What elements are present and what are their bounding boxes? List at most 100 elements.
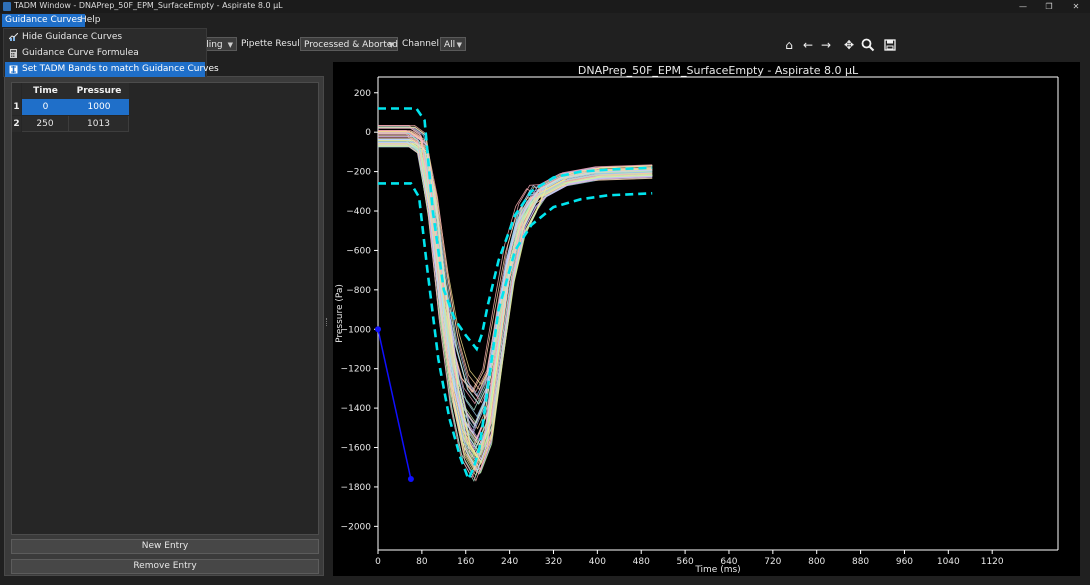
pressure-curve (378, 139, 653, 443)
menu-guidance-curves[interactable]: Guidance Curves (2, 14, 85, 27)
x-tick-label: 880 (852, 557, 869, 567)
x-tick-label: 240 (501, 557, 518, 567)
pressure-curve (378, 135, 653, 450)
pipette-result-value: Processed & Aborted (304, 40, 398, 50)
y-tick-label: 0 (365, 128, 371, 138)
window-title: TADM Window - DNAPrep_50F_EPM_SurfaceEmp… (14, 1, 283, 10)
x-tick-label: 80 (416, 557, 428, 567)
guidance-point[interactable] (375, 326, 381, 333)
y-tick-label: −2000 (341, 522, 372, 532)
pressure-curve (378, 143, 653, 467)
menu-help[interactable]: Help (77, 14, 104, 27)
table-cell-pressure[interactable]: 1000 (69, 99, 129, 115)
x-tick-label: 400 (589, 557, 606, 567)
x-tick-label: 1120 (981, 557, 1004, 567)
new-entry-button[interactable]: New Entry (11, 539, 319, 554)
x-tick-label: 720 (764, 557, 781, 567)
row-header[interactable]: 1 (12, 99, 21, 115)
x-tick-label: 1040 (937, 557, 960, 567)
guidance-table: Time (ms) Pressure (Pa) 1 0 1000 2 250 1… (11, 82, 319, 535)
menu-item-guidance-curve-formula[interactable]: Guidance Curve Formulea (5, 46, 205, 61)
x-tick-label: 800 (808, 557, 825, 567)
back-arrow-icon[interactable]: ← (801, 38, 815, 52)
menu-item-label: Hide Guidance Curves (22, 32, 123, 42)
guidance-table-panel: Time (ms) Pressure (Pa) 1 0 1000 2 250 1… (4, 76, 324, 576)
pressure-curve (378, 142, 653, 444)
pressure-curve (378, 146, 653, 447)
x-axis-label: Time (ms) (694, 565, 740, 575)
pressure-curve (378, 135, 653, 447)
pressure-curve (378, 138, 653, 425)
pressure-curve (378, 132, 653, 482)
column-header-pressure[interactable]: Pressure (Pa) (69, 83, 129, 112)
zoom-icon[interactable] (861, 38, 875, 52)
app-icon (3, 2, 11, 11)
channel-combo[interactable]: All ▼ (440, 37, 466, 51)
close-button[interactable]: ✕ (1064, 0, 1088, 13)
splitter-handle[interactable] (326, 318, 329, 326)
channel-label: Channel: (402, 39, 442, 49)
y-tick-label: −200 (346, 168, 371, 178)
pressure-curve (378, 137, 653, 440)
y-axis-label: Pressure (Pa) (335, 284, 345, 343)
pressure-curve (378, 138, 653, 465)
pressure-curve (378, 145, 653, 456)
pressure-curve (378, 131, 653, 458)
column-header-time[interactable]: Time (ms) (22, 83, 69, 112)
menu-item-label: Guidance Curve Formulea (22, 48, 139, 58)
y-tick-label: −1400 (341, 404, 372, 414)
remove-entry-button[interactable]: Remove Entry (11, 559, 319, 574)
pressure-curve (378, 145, 653, 456)
table-cell-pressure[interactable]: 1013 (69, 116, 129, 132)
maximize-button[interactable]: ❐ (1037, 0, 1061, 13)
pressure-curve (378, 140, 653, 458)
table-corner (12, 83, 21, 99)
pressure-curve (378, 141, 653, 471)
x-tick-label: 0 (375, 557, 381, 567)
tadm-chart[interactable]: DNAPrep_50F_EPM_SurfaceEmpty - Aspirate … (333, 62, 1080, 576)
minimize-button[interactable]: — (1011, 0, 1035, 13)
pressure-curve (378, 138, 653, 474)
pressure-curve (378, 143, 653, 475)
pressure-curve (378, 131, 653, 459)
y-tick-label: −400 (346, 207, 371, 217)
pressure-curve (378, 144, 653, 450)
y-tick-label: −1800 (341, 483, 372, 493)
pressure-curve (378, 143, 653, 464)
pressure-curve (378, 141, 653, 460)
pressure-curve (378, 142, 653, 435)
pipette-result-combo[interactable]: Processed & Aborted ▼ (300, 37, 398, 51)
pressure-curve (378, 139, 653, 456)
y-tick-label: −1600 (341, 444, 372, 454)
pressure-curve (378, 138, 653, 472)
forward-arrow-icon[interactable]: → (819, 38, 833, 52)
pan-icon[interactable]: ✥ (842, 38, 856, 52)
guidance-point[interactable] (407, 476, 414, 483)
table-cell-time[interactable]: 0 (22, 99, 69, 115)
x-tick-label: 560 (677, 557, 694, 567)
guidance-curves-menu: Hide Guidance Curves Guidance Curve Form… (3, 28, 219, 77)
menu-item-hide-guidance-curves[interactable]: Hide Guidance Curves (5, 30, 205, 45)
table-cell-time[interactable]: 250 (22, 116, 69, 132)
bands-icon (9, 65, 18, 74)
pressure-curve (378, 146, 653, 459)
home-icon[interactable]: ⌂ (782, 38, 796, 52)
channel-value: All (444, 40, 456, 50)
row-header[interactable]: 2 (12, 116, 21, 132)
pressure-curve (378, 138, 653, 474)
pressure-curve (378, 135, 653, 448)
menu-item-set-tadm-bands[interactable]: Set TADM Bands to match Guidance Curves (5, 62, 219, 77)
pressure-curve (378, 138, 653, 471)
save-icon[interactable] (883, 38, 897, 52)
chevron-down-icon: ▼ (456, 41, 462, 49)
x-tick-label: 160 (457, 557, 474, 567)
pressure-curve (378, 132, 653, 482)
menu-bar: Guidance Curves Help (0, 13, 1090, 28)
y-tick-label: −600 (346, 246, 371, 256)
x-tick-label: 960 (896, 557, 913, 567)
formula-icon (10, 49, 17, 58)
pressure-curve (378, 143, 653, 430)
pressure-curve (378, 132, 653, 475)
y-tick-label: −1000 (341, 325, 372, 335)
pipette-result-label: Pipette Result: (241, 39, 307, 49)
